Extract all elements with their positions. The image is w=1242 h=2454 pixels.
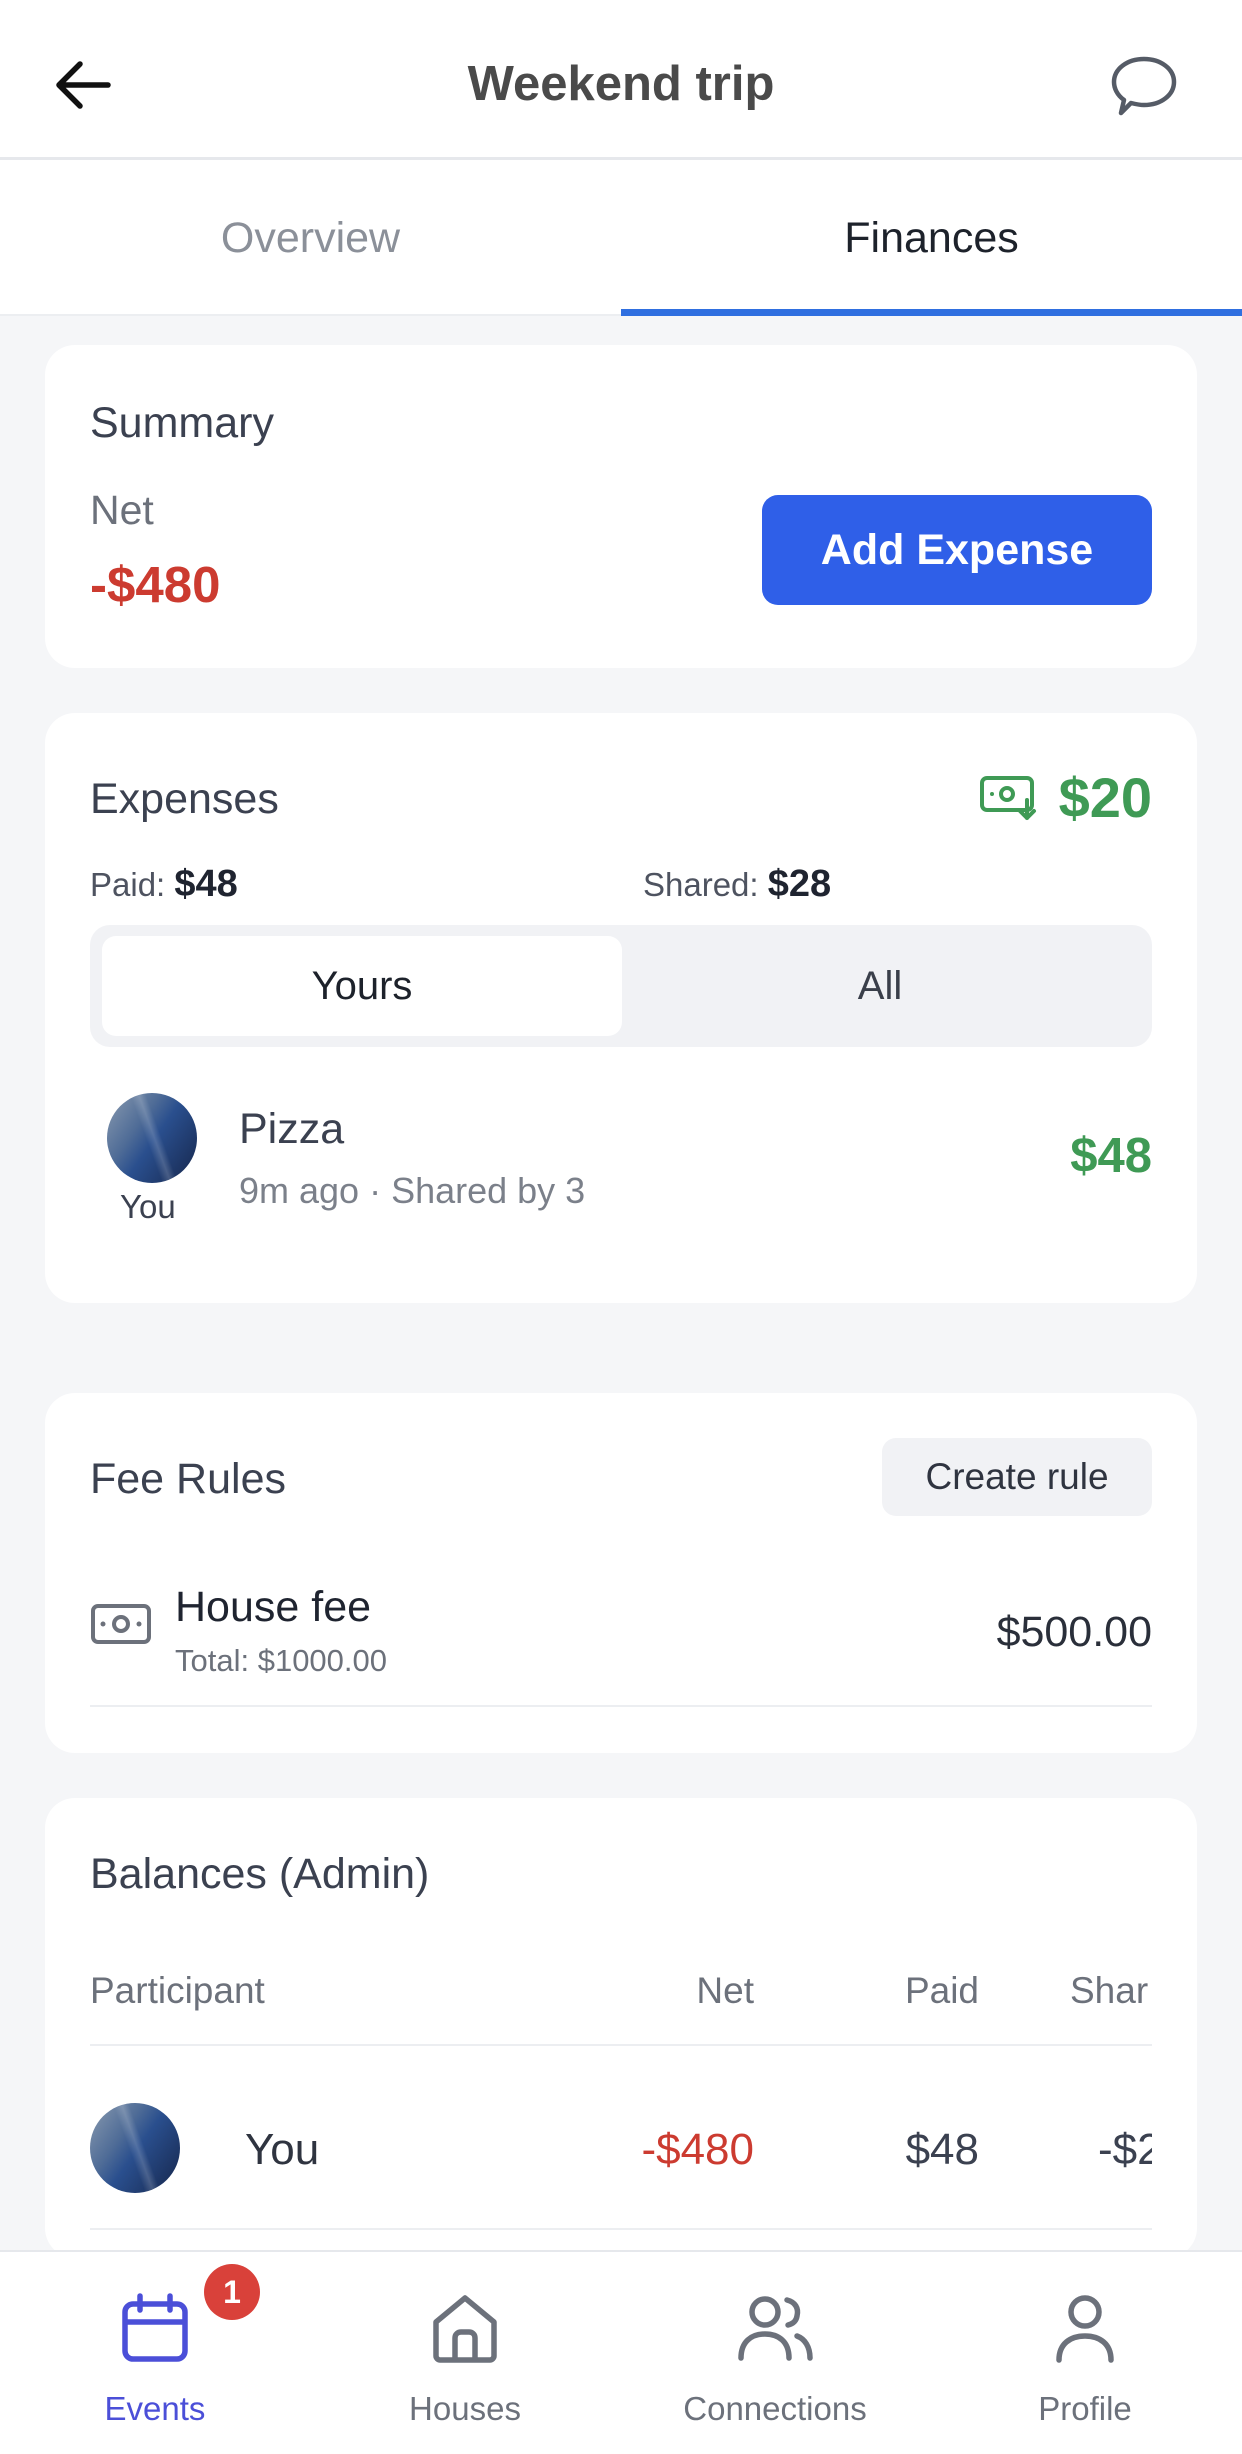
divider	[90, 2228, 1152, 2230]
chat-bubble-icon	[1111, 56, 1177, 116]
user-icon	[1056, 2295, 1114, 2363]
net-value: -$480	[90, 556, 221, 613]
banknote-icon	[91, 1604, 151, 1644]
nav-label: Connections	[683, 2390, 867, 2427]
expenses-filter-segment: Yours All	[90, 925, 1152, 1047]
nav-events[interactable]: 1 Events	[0, 2252, 310, 2454]
fee-rules-card: Fee Rules Create rule House fee Total: $…	[45, 1393, 1197, 1753]
column-header-participant: Participant	[90, 1970, 265, 2011]
shared-summary: Shared: $28	[643, 863, 831, 906]
fee-rule-total: Total: $1000.00	[175, 1643, 388, 1678]
notification-badge: 1	[204, 2264, 260, 2320]
tab-bar: Overview Finances	[0, 160, 1242, 316]
nav-label: Houses	[409, 2390, 521, 2427]
create-rule-button[interactable]: Create rule	[882, 1438, 1152, 1516]
nav-houses[interactable]: Houses	[310, 2252, 620, 2454]
balances-title: Balances (Admin)	[90, 1850, 430, 1898]
app-header: Weekend trip	[0, 0, 1242, 160]
divider	[90, 1705, 1152, 1707]
calendar-icon	[122, 2293, 188, 2362]
paid-label: Paid:	[90, 866, 166, 903]
fee-rule-amount: $500.00	[996, 1608, 1152, 1656]
avatar	[90, 2103, 180, 2193]
chat-button[interactable]	[1106, 50, 1182, 126]
column-header-shared: Shar	[1070, 1970, 1149, 2011]
expenses-total: $20	[979, 765, 1152, 830]
divider	[90, 2044, 1152, 2046]
page-title: Weekend trip	[467, 57, 775, 111]
users-icon	[738, 2296, 813, 2361]
participant-paid: $48	[905, 2125, 979, 2174]
shared-value: $28	[767, 863, 832, 905]
avatar	[107, 1093, 197, 1183]
cash-in-icon	[979, 775, 1036, 820]
expense-meta: 9m ago · Shared by 3	[239, 1170, 586, 1211]
fee-rules-title: Fee Rules	[90, 1455, 286, 1503]
shared-label: Shared:	[643, 866, 759, 903]
balances-card: Balances (Admin) Participant Net Paid Sh…	[45, 1798, 1197, 2258]
bottom-nav: 1 Events Houses Connections Profile	[0, 2250, 1242, 2454]
expenses-card: Expenses $20 Paid: $48 Shared: $28 Yours…	[45, 713, 1197, 1303]
paid-summary: Paid: $48	[90, 863, 238, 906]
participant-net: -$480	[641, 2125, 754, 2174]
expense-name: Pizza	[239, 1105, 345, 1153]
expense-amount: $48	[1070, 1129, 1152, 1183]
fee-rule-name: House fee	[175, 1583, 372, 1631]
house-icon	[433, 2295, 497, 2363]
tab-overview[interactable]: Overview	[0, 160, 621, 316]
tab-finances[interactable]: Finances	[621, 160, 1242, 316]
segment-all[interactable]: All	[620, 936, 1140, 1036]
expenses-total-value: $20	[1058, 766, 1152, 829]
summary-card: Summary Net -$480 Add Expense	[45, 345, 1197, 668]
participant-shared: -$28	[1098, 2125, 1152, 2174]
net-label: Net	[90, 487, 154, 533]
segment-yours[interactable]: Yours	[102, 936, 622, 1036]
add-expense-button[interactable]: Add Expense	[762, 495, 1152, 605]
column-header-net: Net	[696, 1970, 754, 2011]
expenses-title: Expenses	[90, 775, 279, 823]
nav-profile[interactable]: Profile	[930, 2252, 1240, 2454]
column-header-paid: Paid	[904, 1970, 979, 2011]
nav-label: Events	[104, 2390, 206, 2427]
nav-connections[interactable]: Connections	[620, 2252, 930, 2454]
participant-name: You	[245, 2125, 320, 2174]
paid-value: $48	[174, 863, 238, 905]
active-tab-indicator	[621, 309, 1242, 316]
nav-label: Profile	[1038, 2390, 1132, 2427]
summary-title: Summary	[90, 399, 274, 447]
avatar-label: You	[120, 1188, 176, 1225]
